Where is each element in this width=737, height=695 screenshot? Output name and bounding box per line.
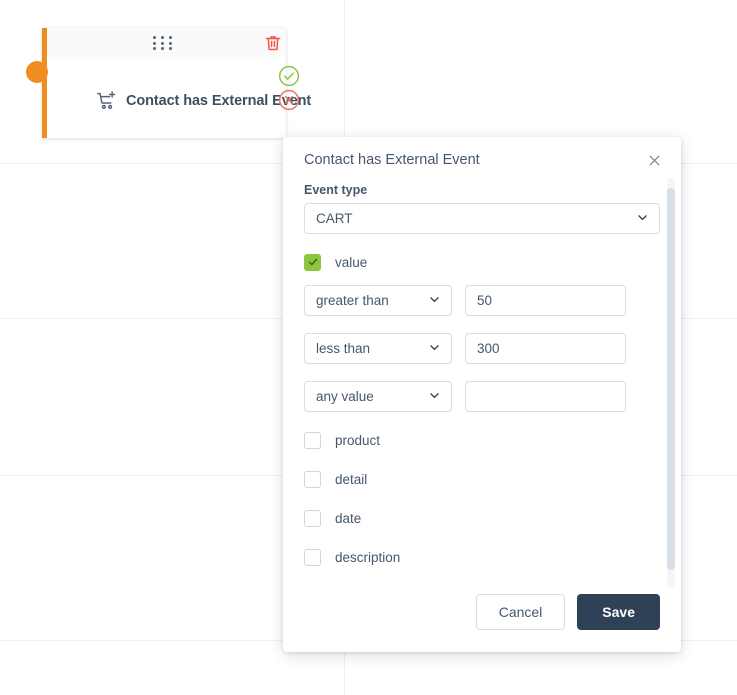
event-type-select[interactable]: CART bbox=[304, 203, 660, 234]
chevron-down-icon bbox=[428, 341, 441, 357]
condition-operator-value: less than bbox=[316, 341, 371, 356]
condition-value-text: 300 bbox=[477, 341, 500, 356]
event-type-value: CART bbox=[316, 211, 353, 226]
product-checkbox[interactable] bbox=[304, 431, 321, 449]
condition-operator-value: greater than bbox=[316, 293, 389, 308]
attribute-row-detail[interactable]: detail bbox=[304, 468, 660, 490]
date-checkbox-label: date bbox=[335, 510, 362, 526]
condition-value-input[interactable] bbox=[465, 381, 626, 412]
dialog-footer: Cancel Save bbox=[283, 580, 681, 652]
product-checkbox-label: product bbox=[335, 432, 381, 448]
value-checkbox[interactable] bbox=[304, 253, 321, 271]
condition-value-input[interactable]: 300 bbox=[465, 333, 626, 364]
close-icon bbox=[649, 155, 659, 165]
condition-row: greater than 50 bbox=[304, 285, 660, 316]
delete-node-button[interactable] bbox=[263, 33, 283, 53]
detail-checkbox-label: detail bbox=[335, 471, 368, 487]
attribute-row-product[interactable]: product bbox=[304, 429, 660, 451]
dialog-header: Contact has External Event bbox=[283, 137, 681, 183]
event-settings-dialog: Contact has External Event Event type CA… bbox=[283, 137, 681, 652]
condition-value-input[interactable]: 50 bbox=[465, 285, 626, 316]
node-accent-bar bbox=[42, 28, 47, 138]
node-cancel-button[interactable] bbox=[278, 89, 300, 111]
condition-operator-select[interactable]: less than bbox=[304, 333, 452, 364]
trash-icon bbox=[265, 36, 281, 51]
condition-row: less than 300 bbox=[304, 333, 660, 364]
dialog-scrollbar-thumb[interactable] bbox=[667, 188, 675, 570]
close-dialog-button[interactable] bbox=[643, 149, 665, 171]
description-checkbox[interactable] bbox=[304, 548, 321, 566]
value-checkbox-row[interactable]: value bbox=[304, 251, 660, 273]
dialog-title: Contact has External Event bbox=[304, 152, 480, 168]
chevron-down-icon bbox=[636, 211, 649, 227]
value-checkbox-label: value bbox=[335, 254, 368, 270]
cart-plus-icon bbox=[97, 91, 116, 109]
chevron-down-icon bbox=[428, 293, 441, 309]
cancel-button[interactable]: Cancel bbox=[475, 594, 566, 630]
condition-operator-select[interactable]: greater than bbox=[304, 285, 452, 316]
node-confirm-button[interactable] bbox=[278, 65, 300, 87]
date-checkbox[interactable] bbox=[304, 509, 321, 527]
dialog-body: Event type CART value greater than 50 le… bbox=[283, 183, 681, 608]
condition-operator-value: any value bbox=[316, 389, 374, 404]
attribute-row-date[interactable]: date bbox=[304, 507, 660, 529]
condition-value-text: 50 bbox=[477, 293, 493, 308]
condition-row: any value bbox=[304, 381, 660, 412]
event-type-label: Event type bbox=[304, 183, 368, 197]
attribute-row-description[interactable]: description bbox=[304, 546, 660, 568]
x-circle-icon bbox=[278, 89, 300, 111]
check-circle-icon bbox=[278, 65, 300, 87]
chevron-down-icon bbox=[428, 389, 441, 405]
drag-handle-icon[interactable] bbox=[153, 36, 175, 51]
condition-operator-select[interactable]: any value bbox=[304, 381, 452, 412]
description-checkbox-label: description bbox=[335, 549, 401, 565]
detail-checkbox[interactable] bbox=[304, 470, 321, 488]
save-button[interactable]: Save bbox=[577, 594, 660, 630]
check-icon bbox=[308, 258, 317, 266]
